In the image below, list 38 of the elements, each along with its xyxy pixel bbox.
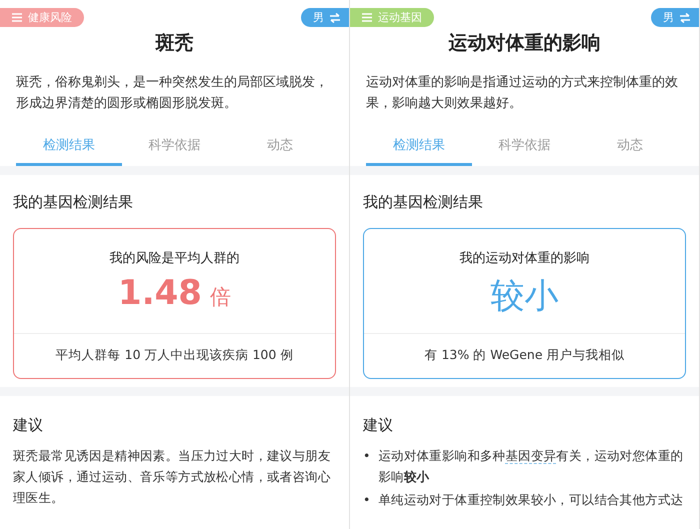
menu-icon — [12, 13, 22, 22]
bullet-marker: • — [363, 447, 370, 465]
tab[interactable]: 动态 — [577, 128, 684, 166]
section-heading: 我的基因检测结果 — [13, 193, 134, 212]
result-caption: 我的运动对体重的影响 — [460, 250, 590, 267]
description-text: 运动对体重的影响是指通过运动的方式来控制体重的效果，影响越大则效果越好。 — [366, 74, 679, 113]
gender-label: 男 — [313, 10, 324, 25]
advice-item: 单纯运动对于体重控制效果较小，可以结合其他方式达 — [378, 491, 684, 509]
category-label: 健康风险 — [28, 10, 72, 25]
tab[interactable]: 科学依据 — [122, 128, 228, 166]
result-footnote: 平均人群每 10 万人中出现该疾病 100 例 — [14, 333, 335, 378]
section-heading: 我的基因检测结果 — [363, 193, 484, 212]
section-heading: 建议 — [363, 416, 394, 435]
result-footnote: 有 13% 的 WeGene 用户与我相似 — [364, 333, 685, 378]
gender-toggle[interactable]: 男 — [651, 8, 699, 27]
swap-icon — [679, 12, 691, 22]
advice-text: 斑秃最常见诱因是精神因素。当压力过大时，建议与朋友家人倾诉，通过运动、音乐等方式放松心情，或者咨询心理医生。 — [13, 447, 332, 507]
page-title: 斑秃 — [154, 31, 194, 56]
description-text: 斑秃，俗称鬼剃头，是一种突然发生的局部区域脱发，形成边界清楚的圆形或椭圆形脱发斑。 — [16, 74, 329, 113]
gender-toggle[interactable]: 男 — [301, 8, 349, 27]
result-caption: 我的风险是平均人群的 — [110, 250, 240, 267]
gender-label: 男 — [663, 10, 674, 25]
tab[interactable]: 科学依据 — [472, 128, 578, 166]
tab[interactable]: 检测结果 — [16, 128, 122, 166]
category-button[interactable]: 运动基因 — [350, 8, 434, 27]
tab[interactable]: 动态 — [227, 128, 334, 166]
category-button[interactable]: 健康风险 — [0, 8, 84, 27]
tab[interactable]: 检测结果 — [366, 128, 472, 166]
section-heading: 建议 — [13, 416, 44, 435]
page-title: 运动对体重的影响 — [448, 31, 602, 56]
risk-unit: 倍 — [210, 284, 231, 311]
swap-icon — [329, 12, 341, 22]
category-label: 运动基因 — [378, 10, 422, 25]
result-level: 较小 — [490, 275, 558, 318]
advice-item: 运动对体重影响和多种基因变异有关，运动对您体重的影响较小 — [378, 447, 684, 486]
risk-value: 1.48 — [118, 273, 202, 313]
bullet-marker: • — [363, 491, 370, 509]
menu-icon — [362, 13, 372, 22]
